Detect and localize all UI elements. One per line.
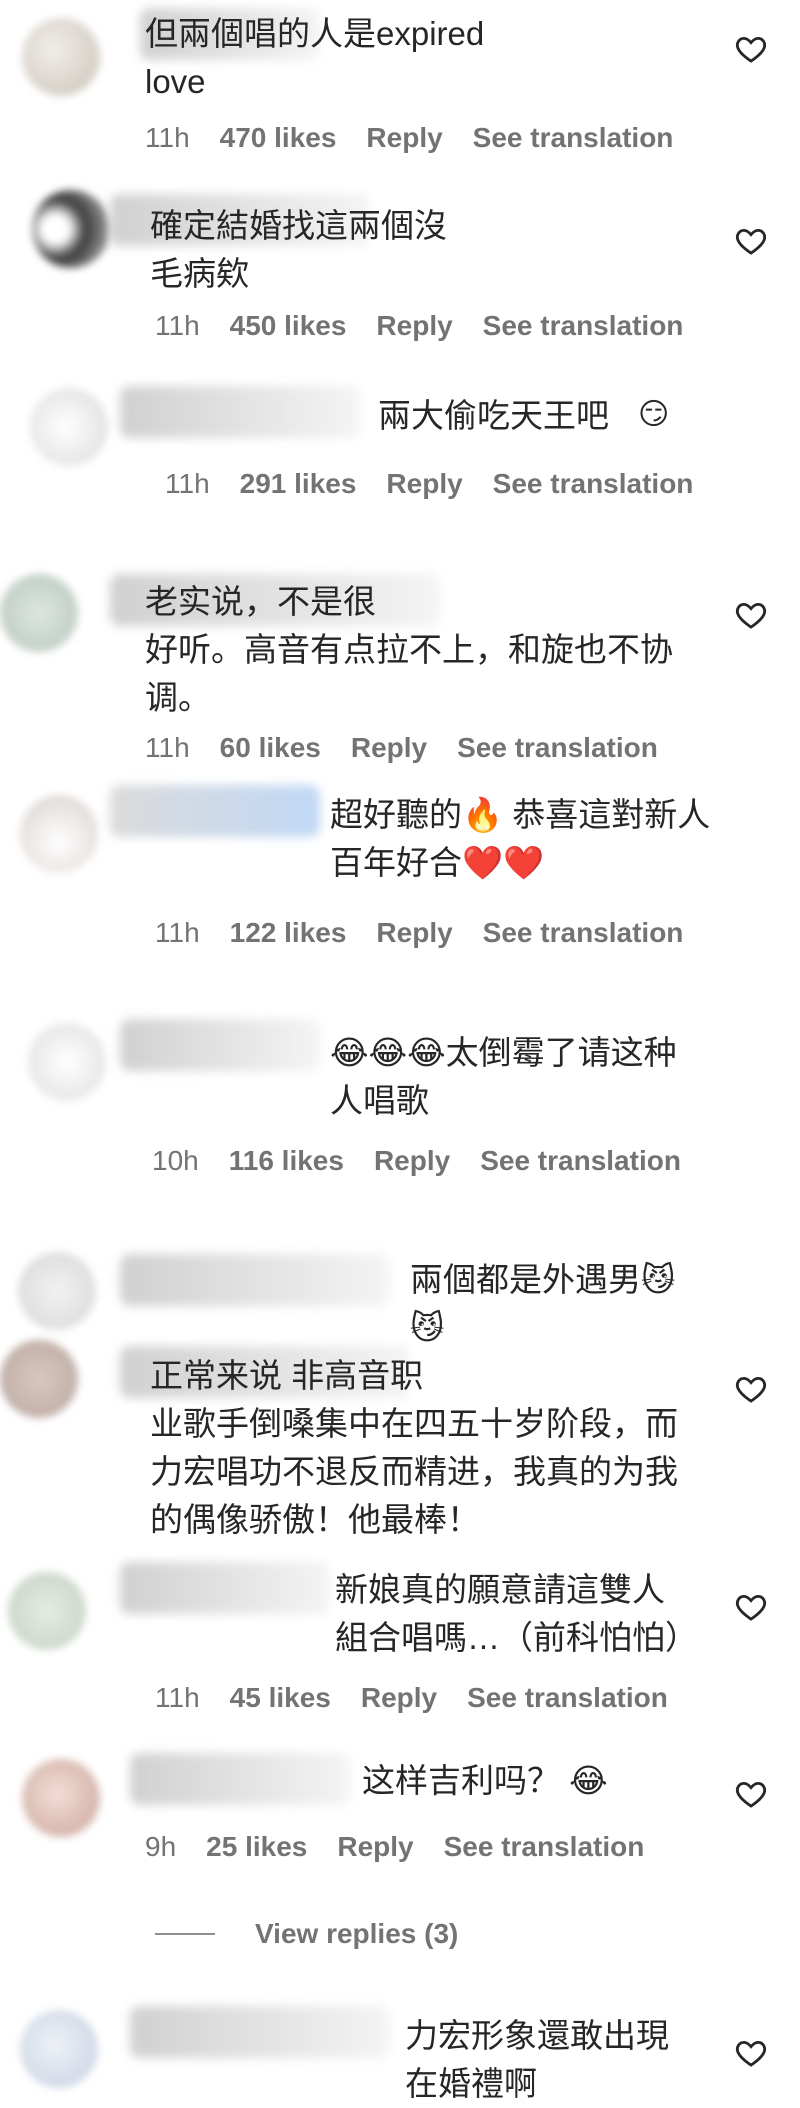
comment-time: 11h bbox=[165, 468, 210, 499]
smirk-emoji-icon: 😏 bbox=[638, 398, 670, 431]
heart-outline-icon bbox=[735, 602, 767, 629]
like-button[interactable] bbox=[734, 1590, 768, 1624]
comment-text: 超好聽的🔥 恭喜這對新人 百年好合❤️❤️ bbox=[330, 796, 711, 881]
comment-text: 这样吉利吗？ 😂 bbox=[362, 1762, 608, 1799]
reply-button[interactable]: Reply bbox=[366, 122, 442, 154]
avatar[interactable] bbox=[30, 388, 108, 466]
see-translation-button[interactable]: See translation bbox=[493, 468, 694, 500]
comment-text: 😂😂😂太倒霉了请这种 人唱歌 bbox=[330, 1034, 677, 1119]
avatar[interactable] bbox=[18, 1252, 96, 1330]
reply-button[interactable]: Reply bbox=[386, 468, 462, 500]
divider-line bbox=[155, 1933, 215, 1935]
comment-meta: 11h 60 likes Reply See translation bbox=[145, 732, 658, 764]
likes-count[interactable]: 60 likes bbox=[220, 732, 321, 764]
like-button[interactable] bbox=[734, 2036, 768, 2070]
reply-button[interactable]: Reply bbox=[351, 732, 427, 764]
likes-count[interactable]: 45 likes bbox=[230, 1682, 331, 1714]
avatar[interactable] bbox=[0, 574, 78, 652]
comment-meta: 11h 450 likes Reply See translation bbox=[155, 310, 683, 342]
see-translation-button[interactable]: See translation bbox=[483, 310, 684, 342]
avatar[interactable] bbox=[20, 2010, 98, 2088]
see-translation-button[interactable]: See translation bbox=[444, 1831, 645, 1863]
comment-meta: 11h 470 likes Reply See translation bbox=[145, 122, 673, 154]
comment-time: 11h bbox=[145, 122, 190, 153]
reply-button[interactable]: Reply bbox=[337, 1831, 413, 1863]
likes-count[interactable]: 122 likes bbox=[230, 917, 347, 949]
reply-button[interactable]: Reply bbox=[361, 1682, 437, 1714]
username[interactable] bbox=[130, 2006, 390, 2058]
see-translation-button[interactable]: See translation bbox=[457, 732, 658, 764]
like-button[interactable] bbox=[734, 32, 768, 66]
reply-button[interactable]: Reply bbox=[376, 917, 452, 949]
view-replies-button[interactable]: View replies (3) bbox=[155, 1918, 458, 1950]
reply-button[interactable]: Reply bbox=[376, 310, 452, 342]
avatar[interactable] bbox=[0, 1340, 78, 1418]
heart-outline-icon bbox=[735, 228, 767, 255]
likes-count[interactable]: 291 likes bbox=[240, 468, 357, 500]
username[interactable] bbox=[110, 785, 320, 837]
heart-outline-icon bbox=[735, 1594, 767, 1621]
comment-text: 正常来说 非高音职 业歌手倒嗓集中在四五十岁阶段，而 力宏唱功不退反而精进，我真… bbox=[150, 1357, 678, 1538]
see-translation-button[interactable]: See translation bbox=[480, 1145, 681, 1177]
avatar[interactable] bbox=[28, 1023, 106, 1101]
like-button[interactable] bbox=[734, 1372, 768, 1406]
see-translation-button[interactable]: See translation bbox=[483, 917, 684, 949]
likes-count[interactable]: 450 likes bbox=[230, 310, 347, 342]
comment-text: 兩大偷吃天王吧 bbox=[378, 397, 609, 434]
heart-outline-icon bbox=[735, 36, 767, 63]
like-button[interactable] bbox=[734, 598, 768, 632]
heart-outline-icon bbox=[735, 1376, 767, 1403]
comment-meta: 11h 122 likes Reply See translation bbox=[155, 917, 683, 949]
comment-time: 9h bbox=[145, 1831, 177, 1862]
heart-outline-icon bbox=[735, 1781, 767, 1808]
comment-time: 11h bbox=[155, 1682, 200, 1713]
username[interactable] bbox=[120, 1562, 330, 1614]
comment-time: 10h bbox=[152, 1145, 199, 1176]
likes-count[interactable]: 116 likes bbox=[229, 1145, 344, 1177]
comment-time: 11h bbox=[155, 917, 200, 948]
comment-text: 老实说，不是很 好听。高音有点拉不上，和旋也不协 调。 bbox=[145, 583, 673, 716]
avatar[interactable] bbox=[22, 18, 100, 96]
like-button[interactable] bbox=[734, 224, 768, 258]
comment-text: 力宏形象還敢出現 在婚禮啊 bbox=[405, 2017, 669, 2102]
likes-count[interactable]: 470 likes bbox=[220, 122, 337, 154]
username[interactable] bbox=[120, 386, 360, 438]
comment-meta: 9h 25 likes Reply See translation bbox=[145, 1831, 644, 1863]
view-replies-label[interactable]: View replies (3) bbox=[255, 1918, 458, 1950]
see-translation-button[interactable]: See translation bbox=[467, 1682, 668, 1714]
reply-button[interactable]: Reply bbox=[374, 1145, 450, 1177]
likes-count[interactable]: 25 likes bbox=[206, 1831, 307, 1863]
comment-meta: 10h 116 likes Reply See translation bbox=[152, 1145, 681, 1177]
username[interactable] bbox=[120, 1254, 390, 1306]
heart-outline-icon bbox=[735, 2040, 767, 2067]
comment-text: 兩個都是外遇男😼 😼 bbox=[410, 1261, 676, 1346]
username[interactable] bbox=[120, 1019, 320, 1071]
avatar[interactable] bbox=[8, 1572, 86, 1650]
comment-text: 但兩個唱的人是expired love bbox=[145, 15, 485, 100]
comment-time: 11h bbox=[155, 310, 200, 341]
see-translation-button[interactable]: See translation bbox=[473, 122, 674, 154]
username[interactable] bbox=[130, 1753, 350, 1805]
avatar[interactable] bbox=[20, 795, 98, 873]
avatar[interactable] bbox=[22, 1759, 100, 1837]
comment-meta: 11h 291 likes Reply See translation bbox=[165, 468, 693, 500]
comment-text: 確定結婚找這兩個沒 毛病欸 bbox=[150, 207, 447, 292]
like-button[interactable] bbox=[734, 1777, 768, 1811]
comment-meta: 11h 45 likes Reply See translation bbox=[155, 1682, 668, 1714]
comment-time: 11h bbox=[145, 732, 190, 763]
avatar[interactable] bbox=[32, 190, 110, 268]
comment-text: 新娘真的願意請這雙人 組合唱嗎…（前科怕怕） bbox=[335, 1571, 698, 1656]
